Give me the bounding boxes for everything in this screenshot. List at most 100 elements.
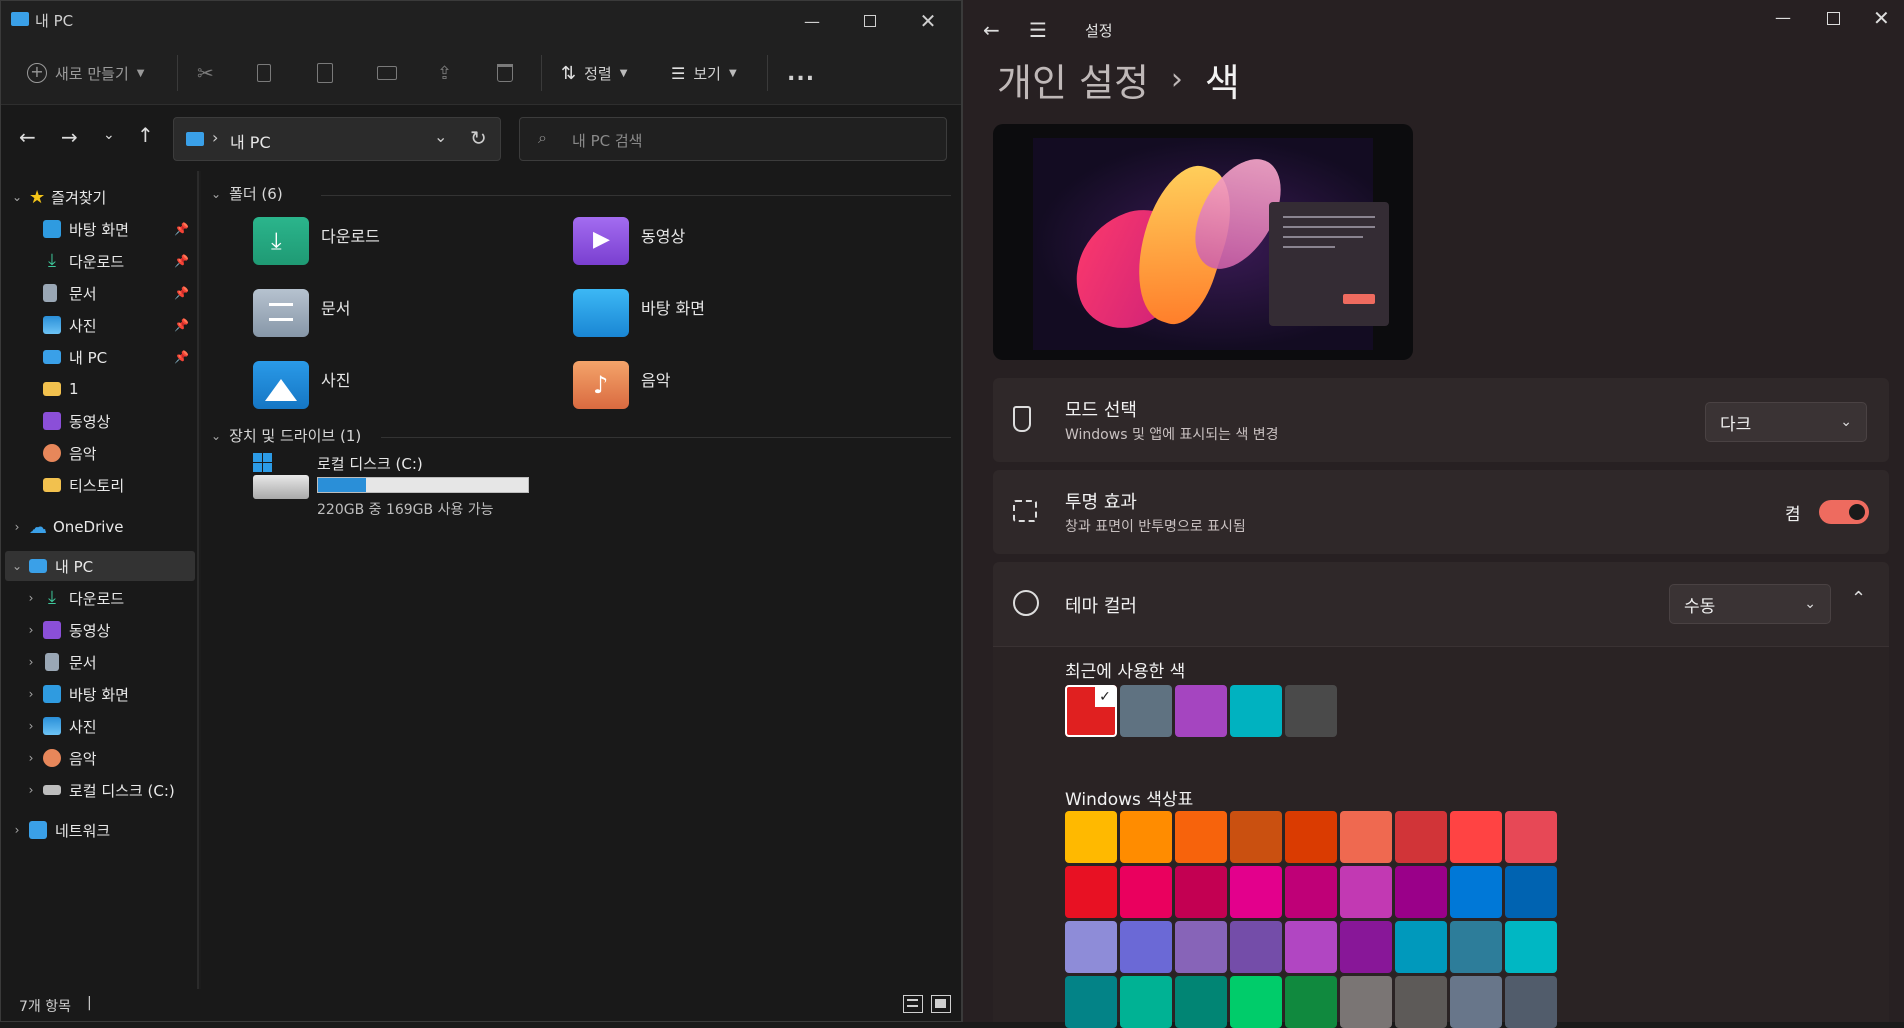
minimize-button[interactable]: — — [783, 1, 841, 41]
delete-button[interactable] — [497, 57, 513, 89]
nav-onedrive[interactable]: › ☁ OneDrive — [9, 511, 124, 543]
close-button[interactable]: ✕ — [1873, 6, 1890, 30]
new-button[interactable]: + 새로 만들기 ▼ — [27, 57, 144, 89]
palette-color-swatch[interactable] — [1285, 976, 1337, 1028]
palette-color-swatch[interactable] — [1505, 976, 1557, 1028]
menu-button[interactable]: ☰ — [1029, 18, 1047, 42]
recent-color-swatch[interactable] — [1230, 685, 1282, 737]
palette-color-swatch[interactable] — [1450, 811, 1502, 863]
recent-color-swatch[interactable] — [1285, 685, 1337, 737]
recent-color-swatch[interactable] — [1120, 685, 1172, 737]
up-button[interactable]: ↑ — [137, 123, 154, 147]
palette-color-swatch[interactable] — [1175, 811, 1227, 863]
mode-dropdown[interactable]: 다크 ⌄ — [1705, 402, 1867, 442]
nav-quick-item[interactable]: 1 — [43, 373, 195, 405]
accent-color-card[interactable]: 테마 컬러 수동 ⌄ ⌃ — [993, 562, 1889, 646]
palette-color-swatch[interactable] — [1340, 976, 1392, 1028]
details-view-button[interactable] — [903, 995, 923, 1013]
nav-quick-item[interactable]: 동영상 — [43, 405, 195, 437]
palette-color-swatch[interactable] — [1065, 866, 1117, 918]
nav-network[interactable]: › 네트워크 — [9, 814, 110, 846]
drives-section-header[interactable]: ⌄ 장치 및 드라이브 (1) — [211, 425, 361, 446]
palette-color-swatch[interactable] — [1230, 976, 1282, 1028]
tiles-view-button[interactable] — [931, 995, 951, 1013]
palette-color-swatch[interactable] — [1120, 921, 1172, 973]
palette-color-swatch[interactable] — [1175, 921, 1227, 973]
palette-color-swatch[interactable] — [1120, 811, 1172, 863]
palette-color-swatch[interactable] — [1230, 866, 1282, 918]
back-button[interactable]: ← — [19, 125, 36, 149]
palette-color-swatch[interactable] — [1065, 976, 1117, 1028]
address-dropdown-icon[interactable]: ⌄ — [434, 127, 447, 146]
address-bar[interactable]: › 내 PC ⌄ ↻ — [173, 117, 501, 161]
collapse-button[interactable]: ⌃ — [1851, 588, 1866, 609]
palette-color-swatch[interactable] — [1120, 976, 1172, 1028]
close-button[interactable]: ✕ — [899, 1, 957, 41]
sort-button[interactable]: ⇅ 정렬 ▼ — [561, 57, 627, 89]
minimize-button[interactable]: — — [1775, 8, 1791, 27]
palette-color-swatch[interactable] — [1395, 866, 1447, 918]
drive-item-c[interactable]: 로컬 디스크 (C:) 220GB 중 169GB 사용 가능 — [253, 453, 533, 523]
palette-color-swatch[interactable] — [1285, 921, 1337, 973]
nav-quick-item[interactable]: 문서 📌 — [43, 277, 195, 309]
breadcrumb-parent[interactable]: 개인 설정 — [997, 52, 1149, 107]
palette-color-swatch[interactable] — [1395, 976, 1447, 1028]
nav-quick-access[interactable]: ⌄ ★ 즐겨찾기 — [9, 181, 106, 213]
more-options-button[interactable]: ... — [787, 57, 815, 89]
nav-pc-item[interactable]: › ⤓ 다운로드 — [23, 582, 125, 614]
forward-button[interactable]: → — [61, 125, 78, 149]
maximize-button[interactable] — [841, 1, 899, 41]
palette-color-swatch[interactable] — [1340, 866, 1392, 918]
palette-color-swatch[interactable] — [1395, 811, 1447, 863]
palette-color-swatch[interactable] — [1505, 811, 1557, 863]
palette-color-swatch[interactable] — [1285, 866, 1337, 918]
nav-quick-item[interactable]: 음악 — [43, 437, 195, 469]
nav-quick-item[interactable]: ⤓ 다운로드 📌 — [43, 245, 195, 277]
folder-pictures[interactable]: 사진 — [253, 361, 350, 409]
palette-color-swatch[interactable] — [1450, 921, 1502, 973]
palette-color-swatch[interactable] — [1395, 921, 1447, 973]
view-button[interactable]: ☰ 보기 ▼ — [671, 57, 737, 89]
folder-documents[interactable]: 문서 — [253, 289, 350, 337]
nav-pc-item[interactable]: › 동영상 — [23, 614, 110, 646]
recent-color-swatch[interactable]: ✓ — [1065, 685, 1117, 737]
copy-button[interactable] — [257, 57, 271, 89]
nav-quick-item[interactable]: 바탕 화면 📌 — [43, 213, 195, 245]
nav-pc-item[interactable]: › 문서 — [23, 646, 97, 678]
accent-mode-dropdown[interactable]: 수동 ⌄ — [1669, 584, 1831, 624]
palette-color-swatch[interactable] — [1340, 811, 1392, 863]
folder-desktop[interactable]: 바탕 화면 — [573, 289, 705, 337]
palette-color-swatch[interactable] — [1340, 921, 1392, 973]
palette-color-swatch[interactable] — [1230, 811, 1282, 863]
search-box[interactable]: ⌕ 내 PC 검색 — [519, 117, 947, 161]
folder-videos[interactable]: ▶ 동영상 — [573, 217, 685, 265]
nav-quick-item[interactable]: 티스토리 — [43, 469, 195, 501]
folders-section-header[interactable]: ⌄ 폴더 (6) — [211, 183, 283, 204]
nav-quick-item[interactable]: 사진 📌 — [43, 309, 195, 341]
palette-color-swatch[interactable] — [1230, 921, 1282, 973]
maximize-button[interactable] — [1827, 12, 1840, 25]
palette-color-swatch[interactable] — [1120, 866, 1172, 918]
recent-locations-button[interactable]: ⌄ — [103, 127, 115, 143]
folder-downloads[interactable]: ⤓ 다운로드 — [253, 217, 380, 265]
palette-color-swatch[interactable] — [1175, 866, 1227, 918]
transparency-toggle[interactable] — [1819, 500, 1869, 524]
palette-color-swatch[interactable] — [1065, 921, 1117, 973]
palette-color-swatch[interactable] — [1505, 921, 1557, 973]
back-button[interactable]: ← — [983, 18, 1000, 42]
palette-color-swatch[interactable] — [1450, 976, 1502, 1028]
nav-pc-item[interactable]: › 바탕 화면 — [23, 678, 129, 710]
share-button[interactable]: ⇪ — [437, 57, 452, 89]
palette-color-swatch[interactable] — [1175, 976, 1227, 1028]
recent-color-swatch[interactable] — [1175, 685, 1227, 737]
rename-button[interactable] — [377, 57, 397, 89]
palette-color-swatch[interactable] — [1285, 811, 1337, 863]
palette-color-swatch[interactable] — [1505, 866, 1557, 918]
nav-pc-item[interactable]: › 음악 — [23, 742, 97, 774]
palette-color-swatch[interactable] — [1065, 811, 1117, 863]
nav-pc-item[interactable]: › 로컬 디스크 (C:) — [23, 774, 175, 806]
palette-color-swatch[interactable] — [1450, 866, 1502, 918]
refresh-icon[interactable]: ↻ — [470, 126, 487, 150]
cut-button[interactable]: ✂ — [197, 57, 214, 89]
paste-button[interactable] — [317, 57, 333, 89]
